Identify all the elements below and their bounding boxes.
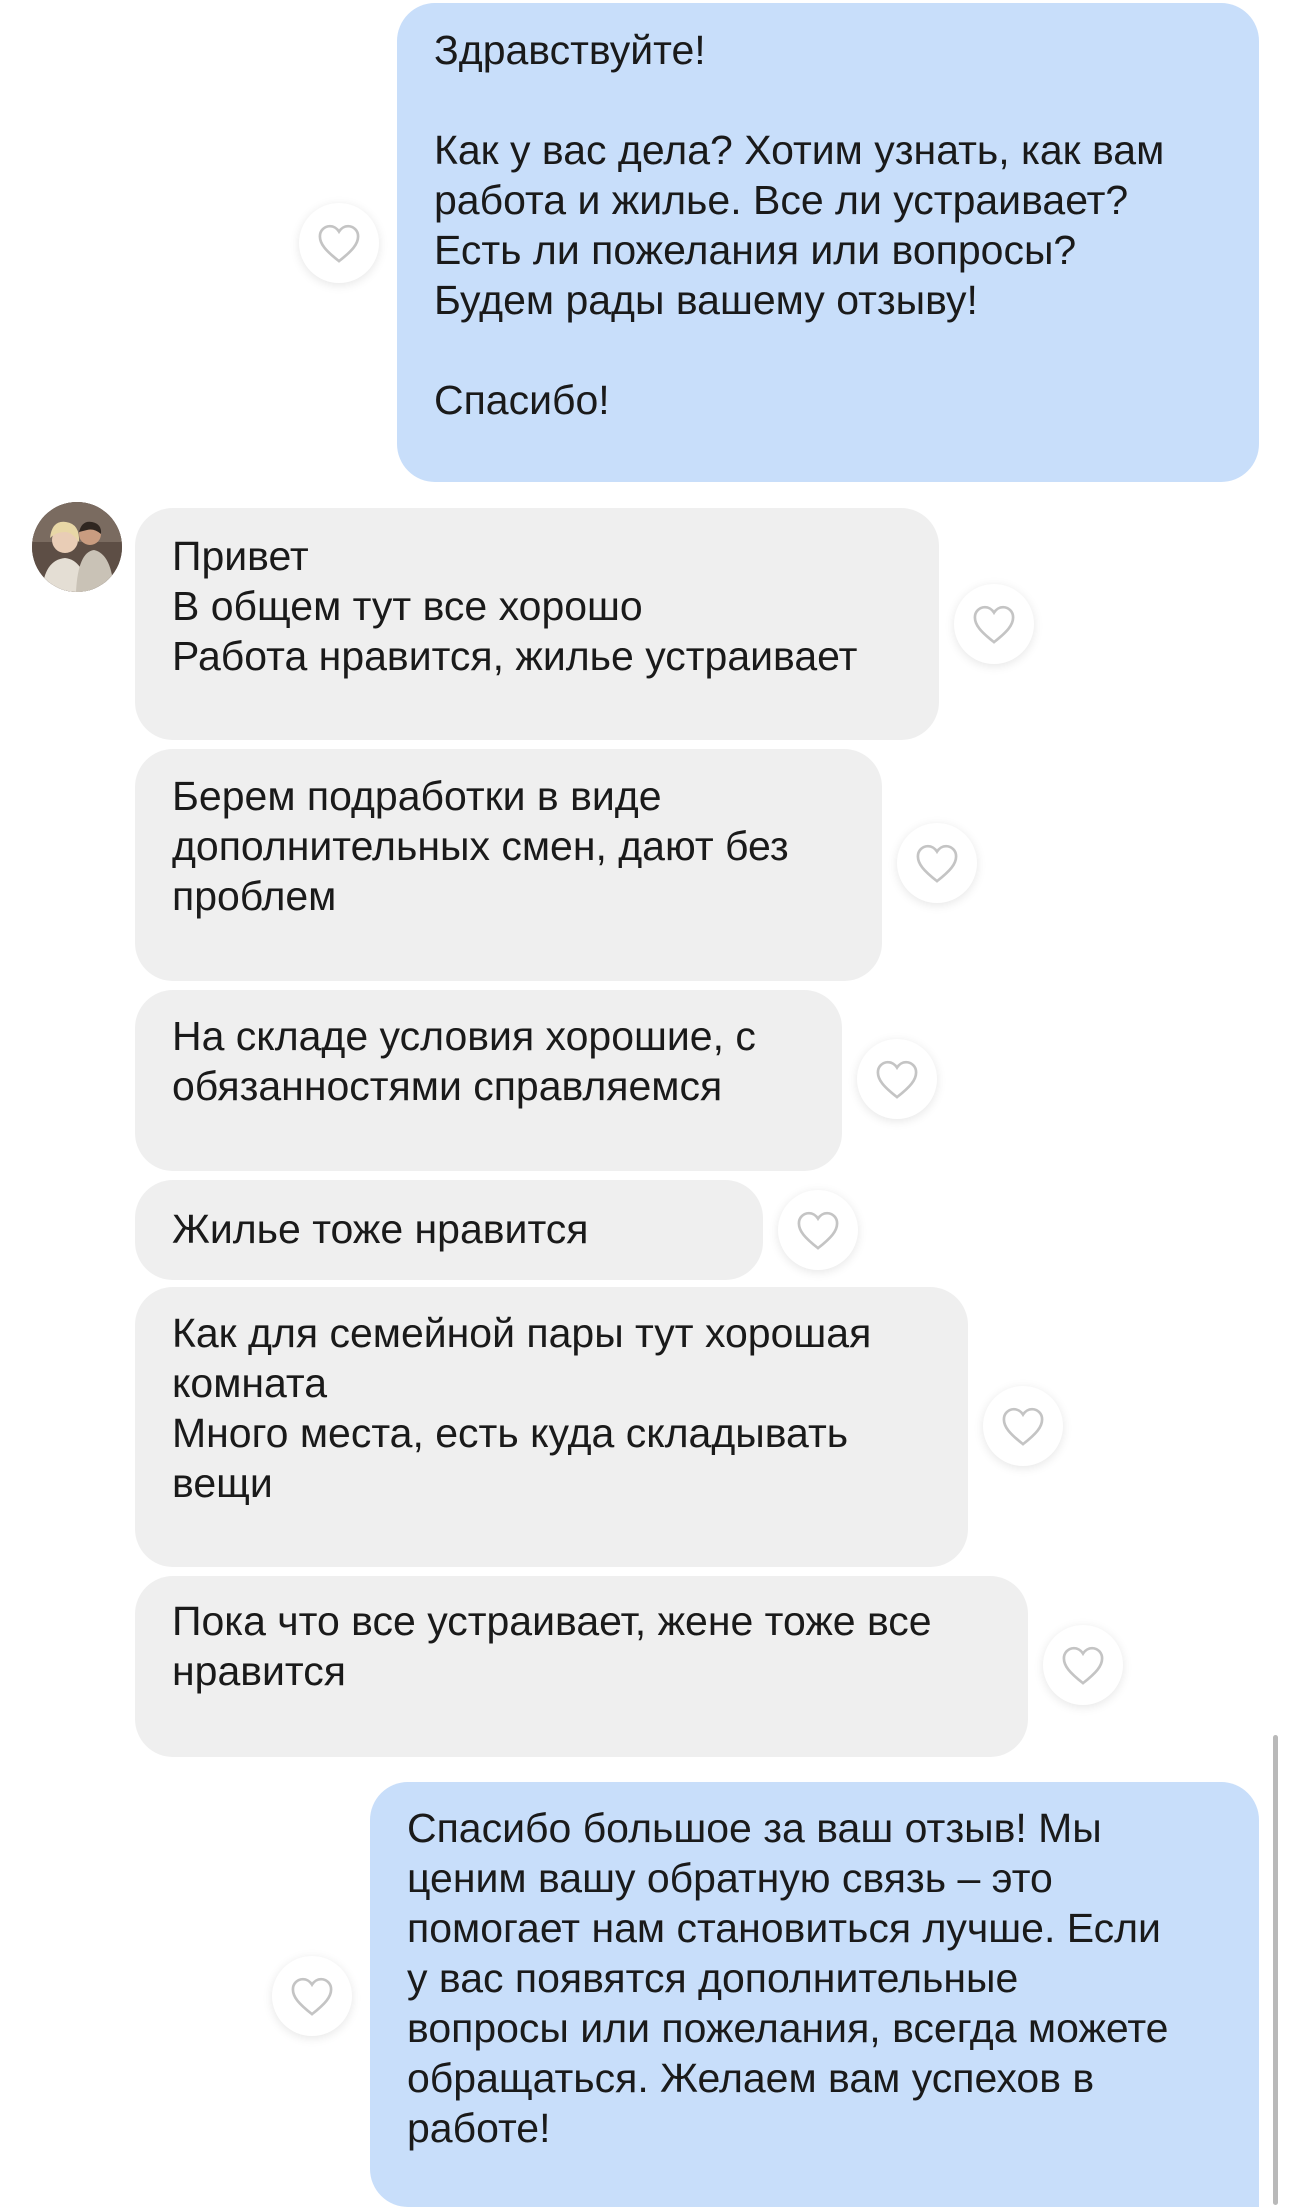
heart-outline-icon	[1002, 1407, 1044, 1446]
message-bubble-incoming[interactable]: Берем подработки в виде дополнительных с…	[135, 749, 882, 981]
like-button[interactable]	[983, 1386, 1063, 1466]
like-button[interactable]	[272, 1956, 352, 2036]
message-text: Здравствуйте! Как у вас дела? Хотим узна…	[434, 27, 1165, 423]
like-button[interactable]	[954, 584, 1034, 664]
heart-outline-icon	[876, 1060, 918, 1099]
message-text: Спасибо большое за ваш отзыв! Мы ценим в…	[407, 1805, 1169, 2151]
heart-outline-icon	[797, 1211, 839, 1250]
like-button[interactable]	[897, 823, 977, 903]
message-text: Привет В общем тут все хорошо Работа нра…	[172, 533, 858, 679]
message-bubble-incoming[interactable]: Привет В общем тут все хорошо Работа нра…	[135, 508, 939, 740]
scrollbar[interactable]	[1273, 1735, 1278, 2205]
heart-outline-icon	[916, 844, 958, 883]
like-button[interactable]	[857, 1039, 937, 1119]
message-bubble-incoming[interactable]: Жилье тоже нравится	[135, 1180, 763, 1280]
heart-outline-icon	[318, 224, 360, 263]
heart-outline-icon	[1062, 1646, 1104, 1685]
message-bubble-incoming[interactable]: Как для семейной пары тут хорошая комнат…	[135, 1287, 968, 1567]
message-bubble-incoming[interactable]: Пока что все устраивает, жене тоже все н…	[135, 1576, 1028, 1757]
customer-avatar[interactable]	[32, 502, 122, 592]
avatar-photo	[32, 502, 122, 592]
message-text: Жилье тоже нравится	[172, 1206, 589, 1252]
message-text: Пока что все устраивает, жене тоже все н…	[172, 1598, 932, 1694]
message-bubble-outgoing[interactable]: Здравствуйте! Как у вас дела? Хотим узна…	[397, 3, 1259, 482]
heart-outline-icon	[291, 1977, 333, 2016]
chat-thread: Здравствуйте! Как у вас дела? Хотим узна…	[0, 0, 1290, 2207]
message-text: Как для семейной пары тут хорошая комнат…	[172, 1310, 872, 1506]
message-text: Берем подработки в виде дополнительных с…	[172, 773, 789, 919]
message-bubble-outgoing[interactable]: Спасибо большое за ваш отзыв! Мы ценим в…	[370, 1782, 1259, 2207]
message-text: На складе условия хорошие, с обязанностя…	[172, 1013, 756, 1109]
like-button[interactable]	[1043, 1625, 1123, 1705]
like-button[interactable]	[299, 203, 379, 283]
heart-outline-icon	[973, 605, 1015, 644]
message-bubble-incoming[interactable]: На складе условия хорошие, с обязанностя…	[135, 990, 842, 1171]
like-button[interactable]	[778, 1190, 858, 1270]
